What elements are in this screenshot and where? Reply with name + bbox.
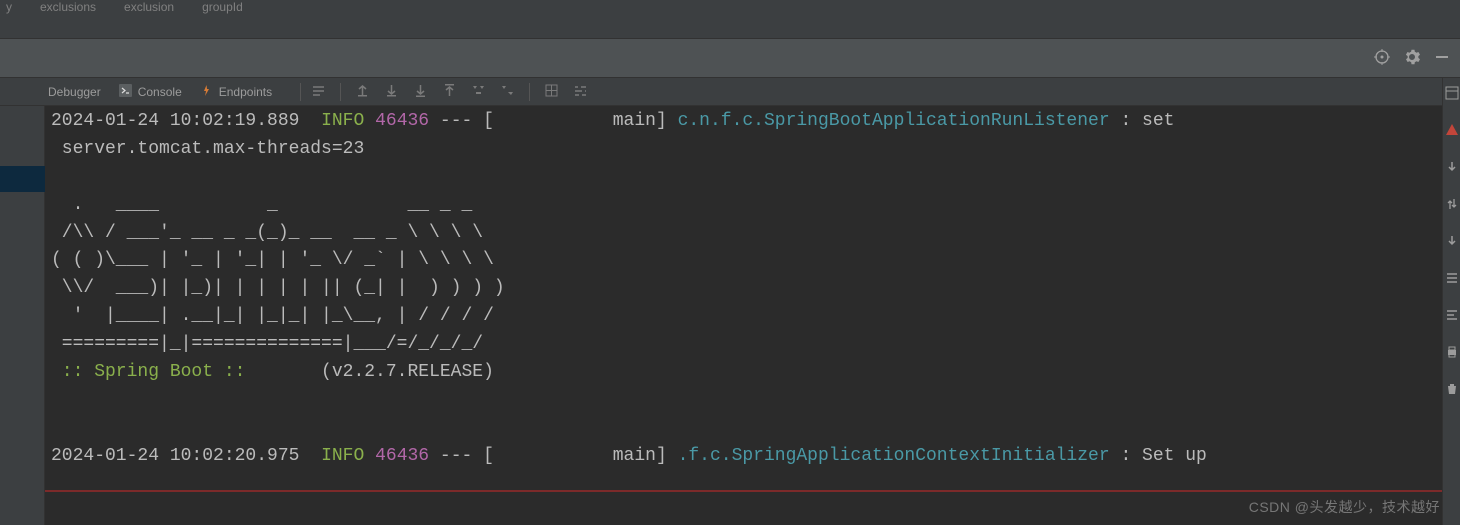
settings-icon[interactable] xyxy=(573,83,588,101)
tab-label: Debugger xyxy=(48,85,101,99)
editor-spacer xyxy=(0,18,1460,38)
list-icon[interactable] xyxy=(1445,271,1459,288)
log-thread: main] xyxy=(494,111,678,131)
error-stripe xyxy=(45,490,1442,492)
crumb[interactable]: y xyxy=(6,0,12,14)
log-level: INFO xyxy=(321,446,364,466)
layout-icon[interactable] xyxy=(1445,86,1459,103)
console-output[interactable]: 2024-01-24 10:02:19.889 INFO 46436 --- [… xyxy=(45,106,1460,525)
target-icon[interactable] xyxy=(1374,49,1390,68)
log-text: --- [ xyxy=(429,111,494,131)
down-arrow-icon[interactable] xyxy=(384,83,399,101)
log-pid: 46436 xyxy=(375,446,429,466)
log-message: server.tomcat.max-threads=23 xyxy=(51,139,364,159)
separator xyxy=(529,83,530,101)
arrow-down-icon[interactable] xyxy=(1445,234,1459,251)
banner-line: /\\ / ___'_ __ _ _(_)_ __ __ _ \ \ \ \ xyxy=(51,223,483,243)
right-gutter-rail xyxy=(1442,78,1460,525)
banner-line: \\/ ___)| |_)| | | | | || (_| | ) ) ) ) xyxy=(51,278,505,298)
tab-label: Endpoints xyxy=(219,85,272,99)
arrow-up-down-icon[interactable] xyxy=(1445,197,1459,214)
log-thread: main] xyxy=(494,446,678,466)
tab-endpoints[interactable]: Endpoints xyxy=(200,84,272,100)
crumb[interactable]: exclusions xyxy=(40,0,96,14)
up-stack-icon[interactable] xyxy=(355,83,370,101)
print-icon[interactable] xyxy=(1445,345,1459,362)
filter-icon[interactable] xyxy=(500,83,515,101)
banner-line: =========|_|==============|___/=/_/_/_/ xyxy=(51,334,483,354)
log-message: : Set up xyxy=(1110,446,1207,466)
breadcrumb-bar: y exclusions exclusion groupId xyxy=(0,0,1460,18)
tab-console[interactable]: Console xyxy=(119,84,182,100)
banner-version: (v2.2.7.RELEASE) xyxy=(245,362,493,382)
down-arrow-icon[interactable] xyxy=(413,83,428,101)
crumb[interactable]: exclusion xyxy=(124,0,174,14)
run-tabs-row: Debugger Console Endpoints xyxy=(0,78,1460,106)
gear-icon[interactable] xyxy=(1404,49,1420,68)
separator xyxy=(340,83,341,101)
console-toolbar xyxy=(300,83,588,101)
console-icon xyxy=(119,84,132,100)
up-arrow-icon[interactable] xyxy=(442,83,457,101)
tab-debugger[interactable]: Debugger xyxy=(48,85,101,99)
trash-icon[interactable] xyxy=(1445,382,1459,399)
log-class: c.n.f.c.SpringBootApplicationRunListener xyxy=(678,111,1110,131)
endpoints-icon xyxy=(200,84,213,100)
log-pid: 46436 xyxy=(375,111,429,131)
banner-line: . ____ _ __ _ _ xyxy=(51,195,472,215)
soft-wrap-icon[interactable] xyxy=(311,83,326,101)
log-level: INFO xyxy=(321,111,364,131)
grid-icon[interactable] xyxy=(544,83,559,101)
arrow-down-icon[interactable] xyxy=(1445,160,1459,177)
log-message: : set xyxy=(1110,111,1175,131)
banner-line: ( ( )\___ | '_ | '_| | '_ \/ _` | \ \ \ … xyxy=(51,250,494,270)
console-panel: 2024-01-24 10:02:19.889 INFO 46436 --- [… xyxy=(0,106,1460,525)
tab-label: Console xyxy=(138,85,182,99)
console-left-gutter xyxy=(0,106,45,525)
warning-icon[interactable] xyxy=(1445,123,1459,140)
minimize-icon[interactable] xyxy=(1434,49,1450,68)
log-text: --- [ xyxy=(429,446,494,466)
tool-window-header xyxy=(0,38,1460,78)
banner-line: ' |____| .__|_| |_|_| |_\__, | / / / / xyxy=(51,306,494,326)
filter-icon[interactable] xyxy=(471,83,486,101)
log-timestamp: 2024-01-24 10:02:19.889 xyxy=(51,111,299,131)
gutter-highlight xyxy=(0,166,45,192)
log-class: .f.c.SpringApplicationContextInitializer xyxy=(678,446,1110,466)
list-icon[interactable] xyxy=(1445,308,1459,325)
crumb[interactable]: groupId xyxy=(202,0,243,14)
banner-line: :: Spring Boot :: xyxy=(51,362,245,382)
watermark-text: CSDN @头发越少，技术越好 xyxy=(1249,497,1440,517)
log-timestamp: 2024-01-24 10:02:20.975 xyxy=(51,446,299,466)
